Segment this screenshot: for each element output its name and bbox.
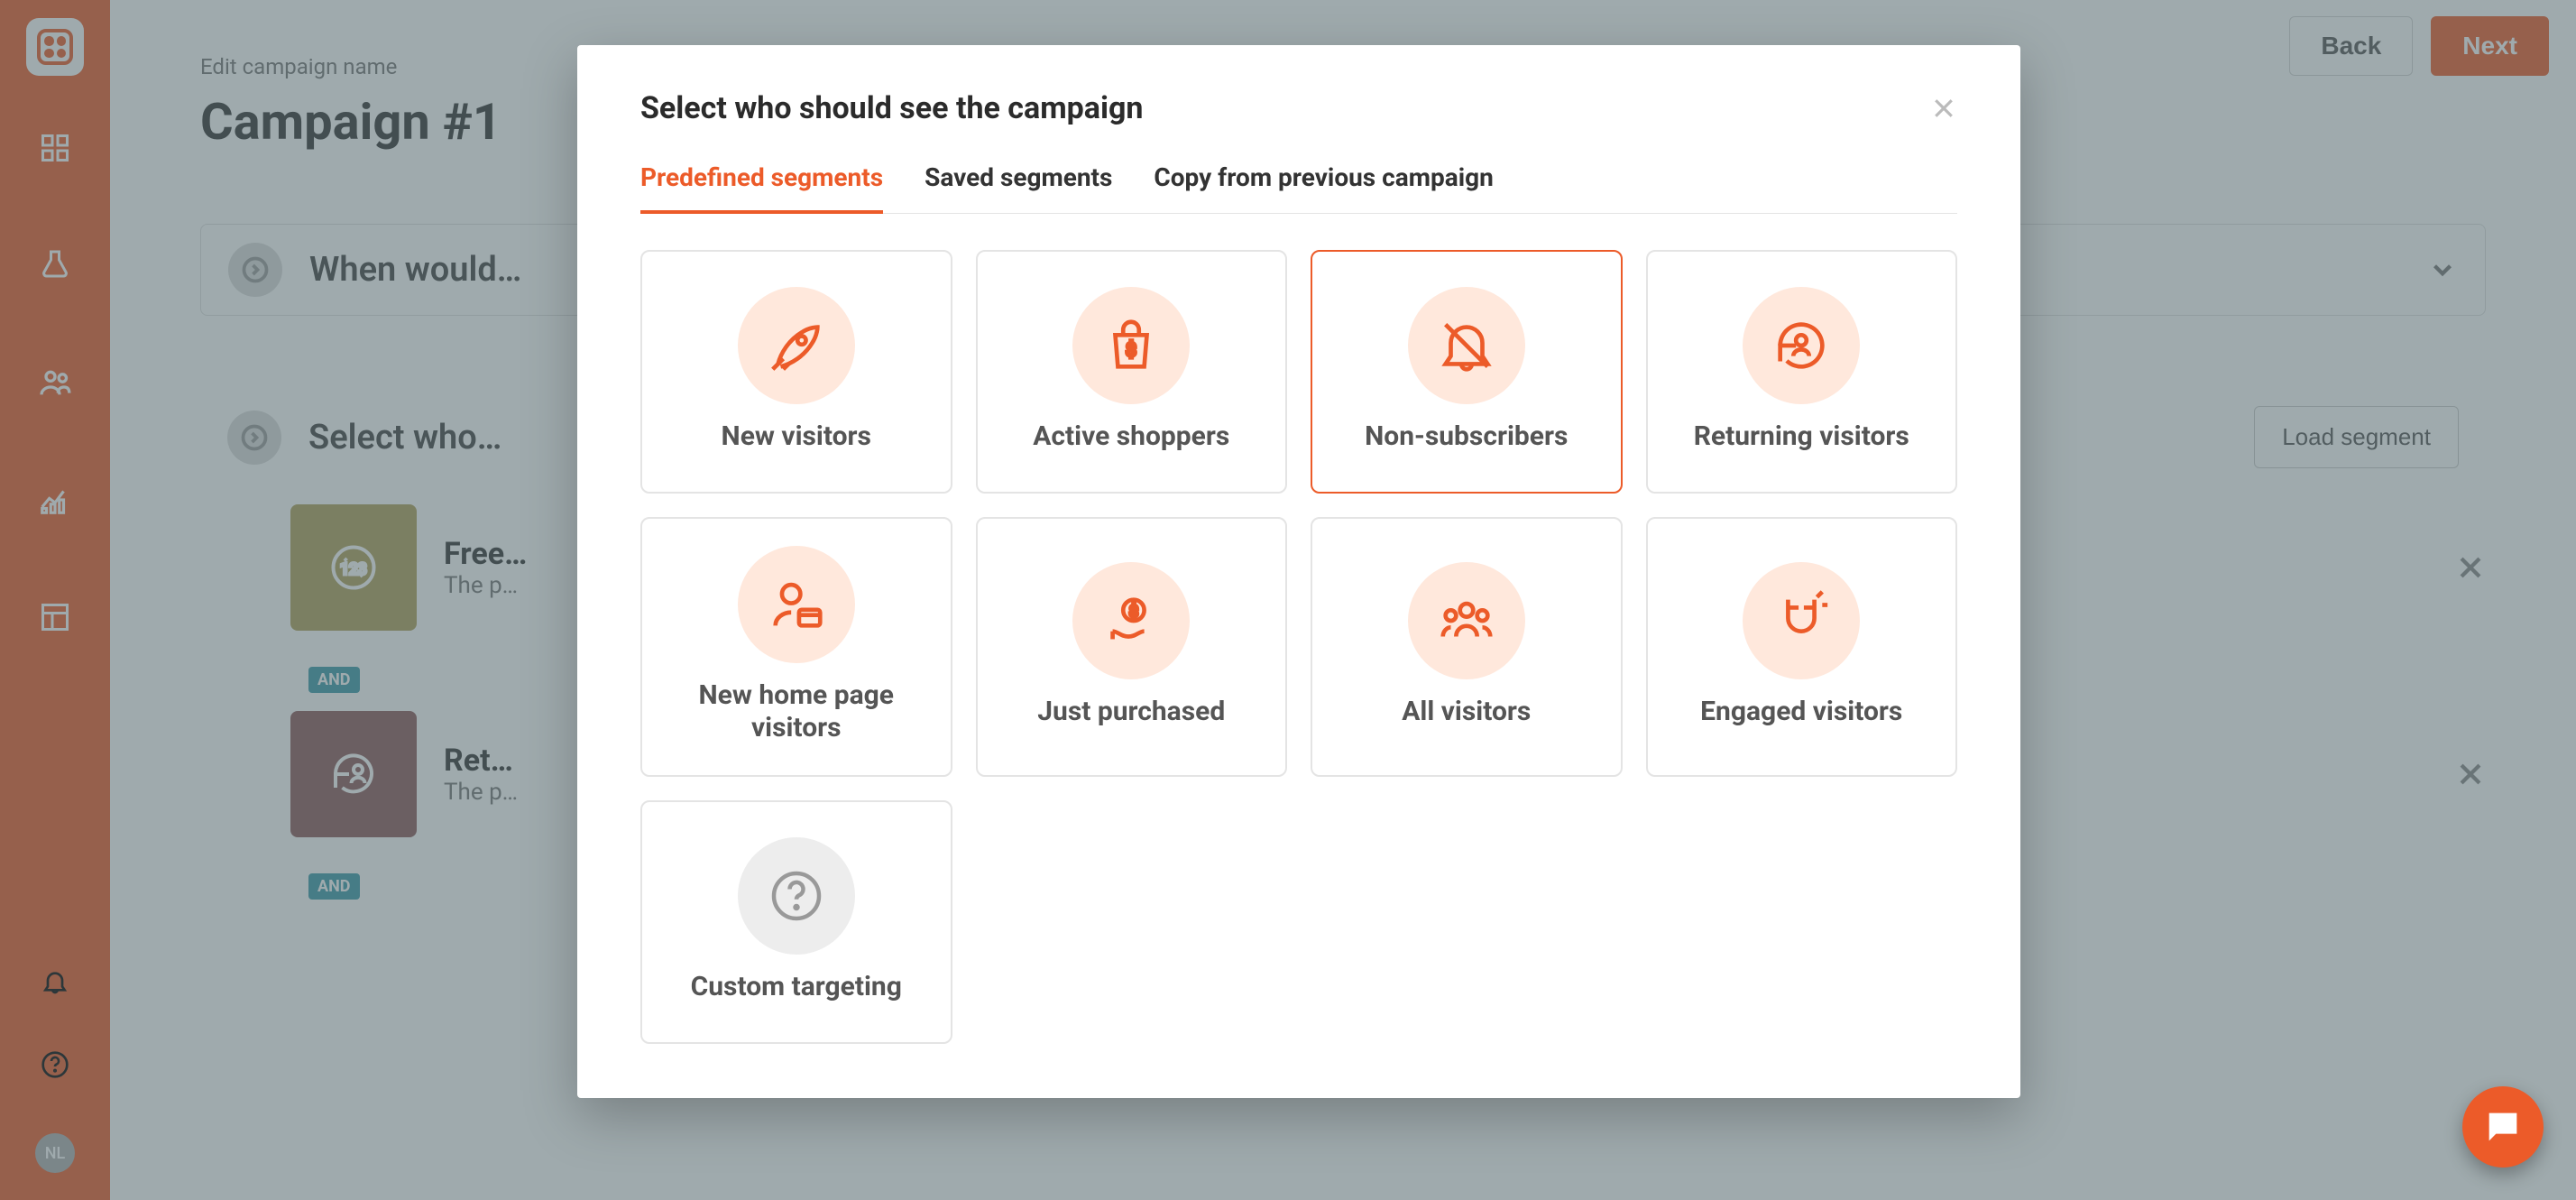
segment-modal: Select who should see the campaign Prede… bbox=[577, 45, 2020, 1098]
card-label: Custom targeting bbox=[691, 971, 902, 1003]
card-engaged-visitors[interactable]: Engaged visitors bbox=[1646, 517, 1958, 777]
rocket-icon bbox=[738, 287, 855, 404]
card-just-purchased[interactable]: $ Just purchased bbox=[976, 517, 1288, 777]
segment-cards: New visitors $ Active shoppers Non-subsc… bbox=[640, 250, 1957, 1044]
purchase-icon: $ bbox=[1072, 562, 1190, 679]
modal-tabs: Predefined segments Saved segments Copy … bbox=[640, 162, 1957, 214]
card-label: Returning visitors bbox=[1694, 420, 1909, 453]
card-label: New visitors bbox=[722, 420, 871, 453]
modal-header: Select who should see the campaign bbox=[640, 90, 1957, 126]
returning-user-icon bbox=[1743, 287, 1860, 404]
card-custom-targeting[interactable]: Custom targeting bbox=[640, 800, 952, 1044]
modal-title: Select who should see the campaign bbox=[640, 90, 1143, 126]
card-label: Active shoppers bbox=[1033, 420, 1229, 453]
card-non-subscribers[interactable]: Non-subscribers bbox=[1311, 250, 1623, 494]
svg-text:$: $ bbox=[1127, 339, 1136, 361]
card-returning-visitors[interactable]: Returning visitors bbox=[1646, 250, 1958, 494]
magnet-icon bbox=[1743, 562, 1860, 679]
card-label: Engaged visitors bbox=[1700, 696, 1902, 728]
bell-off-icon bbox=[1408, 287, 1525, 404]
tab-saved-segments[interactable]: Saved segments bbox=[925, 162, 1112, 214]
modal-close-icon[interactable] bbox=[1930, 95, 1957, 122]
tab-predefined-segments[interactable]: Predefined segments bbox=[640, 162, 883, 214]
chat-fab[interactable] bbox=[2462, 1086, 2544, 1168]
group-icon bbox=[1408, 562, 1525, 679]
question-icon bbox=[738, 837, 855, 955]
card-label: Just purchased bbox=[1037, 696, 1225, 728]
card-label: Non-subscribers bbox=[1365, 420, 1568, 453]
card-new-visitors[interactable]: New visitors bbox=[640, 250, 952, 494]
card-label: New home page visitors bbox=[660, 679, 933, 744]
svg-text:$: $ bbox=[1129, 603, 1138, 622]
tab-copy-previous[interactable]: Copy from previous campaign bbox=[1154, 162, 1493, 214]
card-label: All visitors bbox=[1402, 696, 1531, 728]
shopping-bag-icon: $ bbox=[1072, 287, 1190, 404]
user-home-icon bbox=[738, 546, 855, 663]
card-active-shoppers[interactable]: $ Active shoppers bbox=[976, 250, 1288, 494]
card-new-home-page-visitors[interactable]: New home page visitors bbox=[640, 517, 952, 777]
card-all-visitors[interactable]: All visitors bbox=[1311, 517, 1623, 777]
